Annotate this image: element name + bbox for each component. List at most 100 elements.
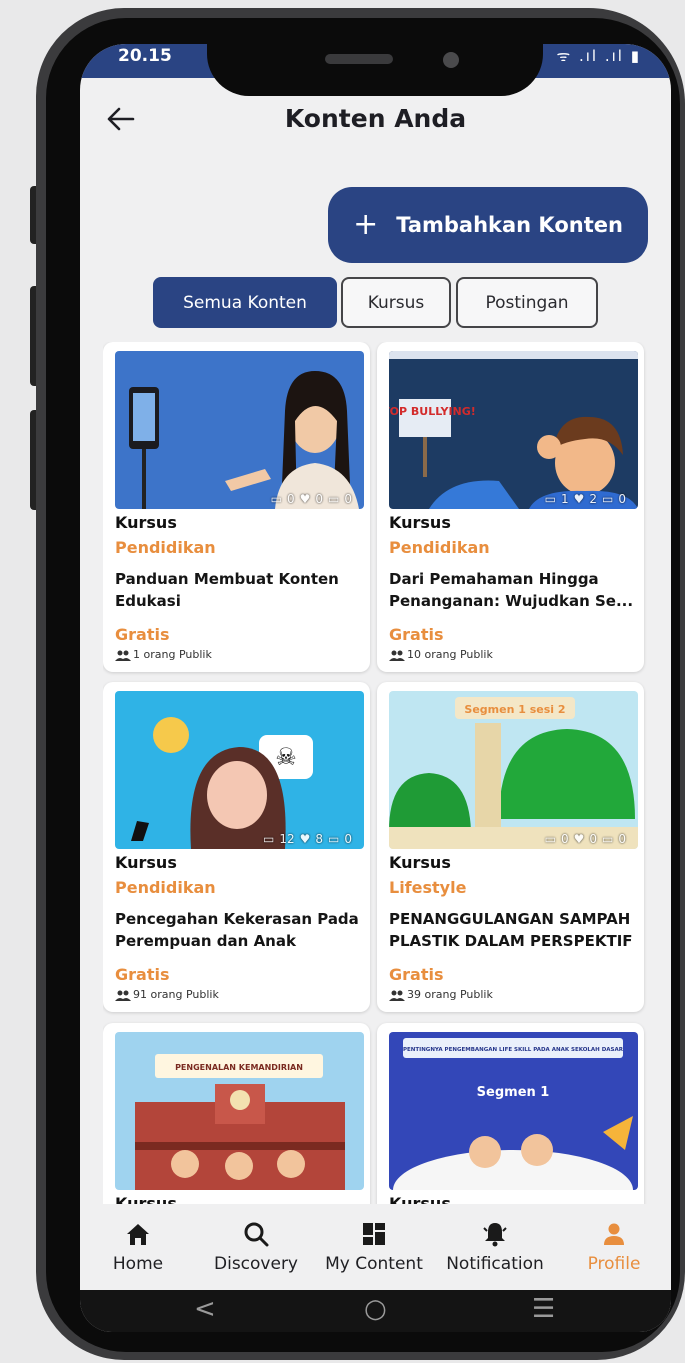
comment-icon: ▭ <box>544 492 556 506</box>
nav-home[interactable]: Home <box>110 1204 166 1290</box>
content-card[interactable]: STOP BULLYING! ▭ 1 ♥ 2 ▭ 0 Kursus Pendidika… <box>377 342 644 672</box>
people-icon <box>115 650 131 661</box>
bottom-navigation: Home Discovery My Content Notification P… <box>80 1204 671 1290</box>
tab-postingan[interactable]: Postingan <box>456 277 598 328</box>
comment-count: 12 <box>279 832 295 846</box>
content-price: Gratis <box>115 965 170 984</box>
member-count: 39 orang Publik <box>389 988 493 1001</box>
system-home-icon[interactable]: ○ <box>364 1294 387 1324</box>
app-header: Konten Anda <box>80 92 671 152</box>
tab-label: Kursus <box>367 292 425 313</box>
comment-icon: ▭ <box>262 832 275 846</box>
home-icon <box>127 1224 149 1245</box>
nav-profile[interactable]: Profile <box>582 1204 646 1290</box>
member-text: 91 orang Publik <box>133 988 219 1001</box>
like-count: 8 <box>315 832 324 846</box>
engagement-stats: ▭ 12 ♥ 8 ▭ 0 <box>263 832 352 846</box>
bell-icon <box>483 1223 507 1247</box>
plus-icon: + <box>353 207 379 242</box>
nav-label: Profile <box>587 1254 641 1274</box>
view-count: 0 <box>344 492 352 506</box>
content-category: Pendidikan <box>115 538 216 557</box>
content-price: Gratis <box>389 965 444 984</box>
people-icon <box>389 990 405 1001</box>
tab-label: Postingan <box>485 292 569 313</box>
people-icon <box>389 650 405 661</box>
nav-notification[interactable]: Notification <box>438 1204 552 1290</box>
view-icon: ▭ <box>328 492 340 506</box>
nav-label: My Content <box>325 1254 423 1274</box>
add-content-label: Tambahkan Konten <box>396 213 623 237</box>
system-back-icon[interactable]: < <box>194 1294 216 1324</box>
nav-label: Home <box>112 1254 164 1274</box>
member-text: 10 orang Publik <box>407 648 493 661</box>
content-type: Kursus <box>115 853 177 872</box>
heart-icon: ♥ <box>299 832 311 846</box>
tab-kursus[interactable]: Kursus <box>341 277 451 328</box>
content-card[interactable]: PENTINGNYA PENGEMBANGAN LIFE SKILL PADA … <box>377 1023 644 1204</box>
like-count: 0 <box>315 492 324 506</box>
heart-icon: ♥ <box>573 492 585 506</box>
comment-count: 0 <box>560 832 569 846</box>
thumbnail-stop-text: STOP BULLYING! <box>389 405 476 418</box>
member-count: 10 orang Publik <box>389 648 493 661</box>
thumbnail-title-text: PENGENALAN KEMANDIRIAN <box>175 1063 303 1072</box>
content-category: Lifestyle <box>389 878 467 897</box>
add-content-button[interactable]: + Tambahkan Konten <box>328 187 648 263</box>
thumbnail-segment-text: Segmen 1 <box>477 1085 550 1100</box>
content-type: Kursus <box>389 853 451 872</box>
content-title: Panduan Membuat Konten Edukasi <box>115 570 339 610</box>
content-category: Pendidikan <box>115 878 216 897</box>
like-count: 0 <box>589 832 598 846</box>
content-type: Kursus <box>389 513 451 532</box>
content-thumbnail: PENTINGNYA PENGEMBANGAN LIFE SKILL PADA … <box>389 1032 638 1190</box>
people-icon <box>115 990 131 1001</box>
search-icon <box>244 1222 269 1247</box>
content-title: Dari Pemahaman Hingga Penanganan: Wujudk… <box>389 570 634 610</box>
view-icon: ▭ <box>602 832 614 846</box>
status-time: 20.15 <box>118 46 172 66</box>
nav-label: Discovery <box>214 1254 298 1274</box>
engagement-stats: ▭ 0 ♥ 0 ▭ 0 <box>271 492 352 506</box>
content-type: Kursus <box>115 513 177 532</box>
member-text: 1 orang Publik <box>133 648 212 661</box>
content-card[interactable]: Segmen 1 sesi 2 ▭ 0 ♥ 0 ▭ 0 Kursus Lifestyl… <box>377 682 644 1012</box>
engagement-stats: ▭ 1 ♥ 2 ▭ 0 <box>545 492 626 506</box>
member-count: 91 orang Publik <box>115 988 219 1001</box>
system-navigation-bar: < ○ ☰ <box>80 1290 671 1332</box>
content-type: Kursus <box>115 1194 177 1204</box>
heart-icon: ♥ <box>573 832 585 846</box>
content-category: Pendidikan <box>389 538 490 557</box>
member-count: 1 orang Publik <box>115 648 212 661</box>
content-price: Gratis <box>115 625 170 644</box>
speaker-grille <box>325 54 393 64</box>
comment-count: 1 <box>560 492 569 506</box>
camera-notch <box>207 24 543 96</box>
comment-icon: ▭ <box>270 492 282 506</box>
page-title: Konten Anda <box>284 104 467 133</box>
view-icon: ▭ <box>602 492 614 506</box>
camera-icon <box>443 52 459 68</box>
signal-icon: ᯤ .ıl .ıl ▮ <box>556 47 641 65</box>
content-thumbnail: ▭ 0 ♥ 0 ▭ 0 <box>115 351 364 509</box>
comment-icon: ▭ <box>544 832 556 846</box>
nav-my-content[interactable]: My Content <box>318 1204 430 1290</box>
tab-semua-konten[interactable]: Semua Konten <box>153 277 337 328</box>
content-title: Pencegahan Kekerasan Pada Perempuan dan … <box>115 910 359 950</box>
thumbnail-title-text: PENTINGNYA PENGEMBANGAN LIFE SKILL PADA … <box>403 1047 624 1053</box>
content-card[interactable]: ▭ 0 ♥ 0 ▭ 0 Kursus Pendidikan Panduan Membu… <box>103 342 370 672</box>
skull-icon: ☠ <box>275 743 297 771</box>
content-card[interactable]: ☠ ▭ 12 ♥ 8 ▭ 0 Kursus Pendidikan Pencegahan… <box>103 682 370 1012</box>
thumbnail-segment-text: Segmen 1 sesi 2 <box>464 703 565 716</box>
nav-discovery[interactable]: Discovery <box>206 1204 306 1290</box>
view-count: 0 <box>618 832 626 846</box>
nav-label: Notification <box>446 1254 544 1274</box>
content-price: Gratis <box>389 625 444 644</box>
content-thumbnail: ☠ ▭ 12 ♥ 8 ▭ 0 <box>115 691 364 849</box>
content-card[interactable]: PENGENALAN KEMANDIRIAN Kursus <box>103 1023 370 1204</box>
view-icon: ▭ <box>328 832 340 846</box>
content-thumbnail: PENGENALAN KEMANDIRIAN <box>115 1032 364 1190</box>
view-count: 0 <box>618 492 626 506</box>
system-recents-icon[interactable]: ☰ <box>532 1294 555 1324</box>
comment-count: 0 <box>286 492 295 506</box>
